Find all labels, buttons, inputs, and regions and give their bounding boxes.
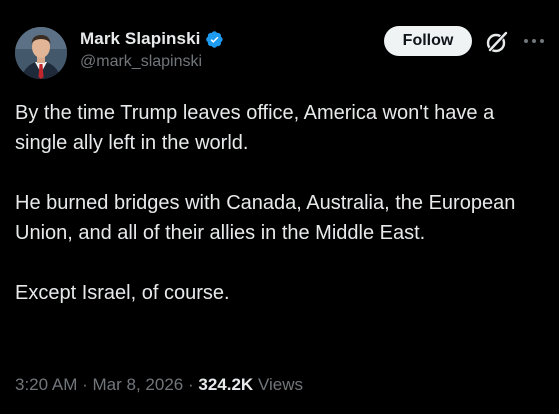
tweet-paragraph: Except Israel, of course. bbox=[15, 282, 230, 304]
author-info: Mark Slapinski @mark_slapinski bbox=[80, 28, 224, 71]
more-options-icon[interactable] bbox=[522, 30, 546, 46]
tweet-time[interactable]: 3:20 AM bbox=[15, 375, 77, 394]
tweet-paragraph: By the time Trump leaves office, America… bbox=[15, 102, 495, 154]
follow-button[interactable]: Follow bbox=[384, 26, 472, 56]
tweet-card: Mark Slapinski @mark_slapinski Follow By… bbox=[0, 0, 559, 414]
views-label: Views bbox=[257, 375, 303, 394]
tweet-paragraph: He burned bridges with Canada, Australia… bbox=[15, 192, 516, 244]
avatar[interactable] bbox=[15, 27, 67, 79]
meta-separator: · bbox=[187, 375, 194, 394]
avatar-image bbox=[15, 27, 67, 79]
handle[interactable]: @mark_slapinski bbox=[80, 53, 224, 71]
verified-badge-icon[interactable] bbox=[205, 30, 224, 49]
tweet-date[interactable]: Mar 8, 2026 bbox=[93, 375, 184, 394]
tweet-text: By the time Trump leaves office, America… bbox=[15, 98, 550, 308]
meta-separator: · bbox=[82, 375, 88, 394]
ellipsis-icon bbox=[524, 39, 544, 43]
display-name[interactable]: Mark Slapinski bbox=[80, 29, 200, 49]
tweet-meta: 3:20 AM · Mar 8, 2026 · 324.2K Views bbox=[15, 375, 303, 395]
grok-icon[interactable] bbox=[484, 29, 510, 55]
views-count[interactable]: 324.2K bbox=[198, 375, 253, 394]
name-row: Mark Slapinski bbox=[80, 28, 224, 50]
